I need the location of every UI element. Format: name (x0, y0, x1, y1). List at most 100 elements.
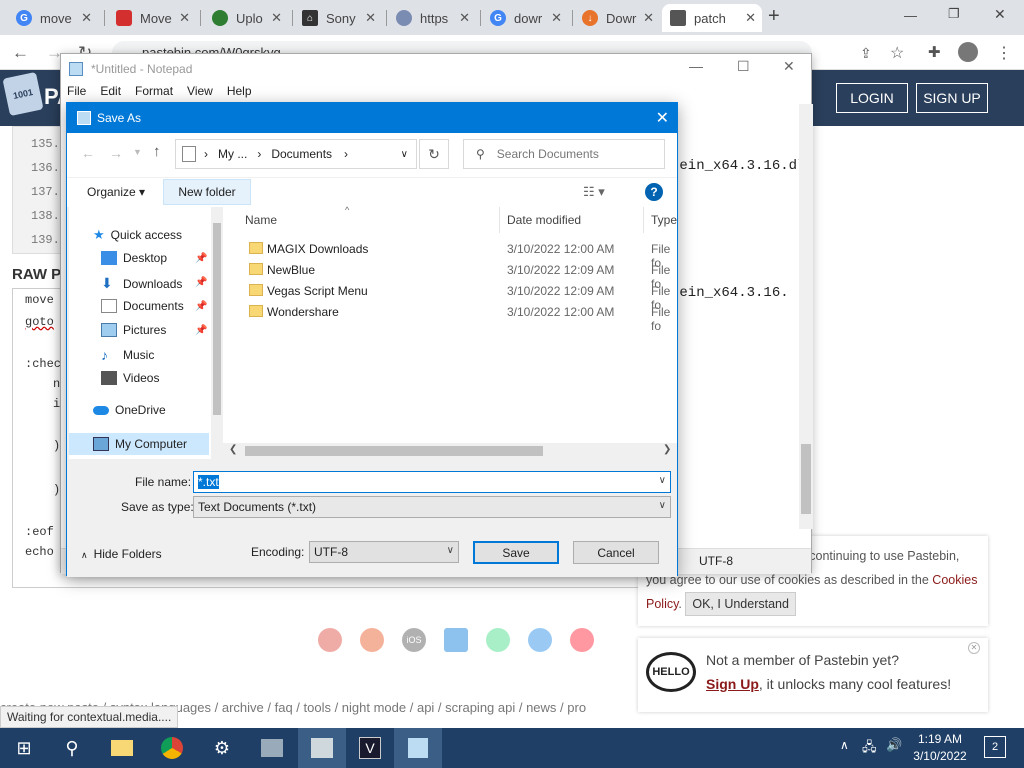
profile-icon[interactable] (958, 42, 978, 62)
list-item[interactable]: Wondershare 3/10/2022 12:00 AM File fo (223, 302, 677, 333)
menu-edit[interactable]: Edit (100, 84, 121, 104)
navigation-scrollbar[interactable] (211, 207, 223, 459)
chevron-down-icon[interactable]: ∨ (401, 149, 408, 160)
nav-downloads[interactable]: ⬇ Downloads (101, 275, 182, 292)
browser-tab-5[interactable]: Gdowr ✕ (482, 4, 568, 32)
chevron-left-icon[interactable]: ❮ (229, 444, 237, 455)
scroll-thumb[interactable] (213, 223, 221, 415)
nav-quick-access[interactable]: ★ Quick access (93, 227, 182, 243)
breadcrumb-my-computer[interactable]: My ... (218, 147, 247, 161)
close-icon[interactable]: ✕ (179, 10, 190, 26)
nav-my-computer[interactable]: My Computer (69, 433, 209, 455)
browser-tab-7-active[interactable]: patch ✕ (662, 4, 762, 32)
search-input[interactable]: ⚲ Search Documents (463, 139, 665, 169)
breadcrumb[interactable]: › My ... › Documents › ∨ (175, 139, 417, 169)
browser-tab-3[interactable]: ⌂ Sony ✕ (294, 4, 382, 32)
scroll-thumb[interactable] (801, 444, 811, 514)
browser-tab-1[interactable]: Move ✕ (108, 4, 196, 32)
recent-locations-icon[interactable]: ▼ (133, 147, 142, 157)
forward-icon[interactable]: → (109, 145, 123, 161)
member-signup-link[interactable]: Sign Up (706, 676, 759, 692)
android-icon[interactable] (486, 628, 510, 652)
close-icon[interactable]: ✕ (643, 10, 654, 26)
menu-view[interactable]: View (187, 84, 213, 104)
new-folder-button[interactable]: New folder (163, 179, 251, 205)
chevron-down-icon[interactable]: ∨ (659, 500, 666, 511)
settings-button[interactable]: ⚙ (198, 728, 246, 768)
restore-icon[interactable]: ❐ (948, 6, 960, 22)
refresh-button[interactable]: ↻ (419, 139, 449, 169)
list-item[interactable]: NewBlue 3/10/2022 12:09 AM File fo (223, 260, 677, 291)
chevron-up-icon[interactable]: ∧ (840, 738, 849, 752)
list-item[interactable]: MAGIX Downloads 3/10/2022 12:00 AM File … (223, 239, 677, 270)
opera-icon[interactable] (570, 628, 594, 652)
browser-tab-6[interactable]: ↓ Dowr ✕ (574, 4, 660, 32)
menu-format[interactable]: Format (135, 84, 173, 104)
encoding-select[interactable]: UTF-8 ∨ (309, 541, 459, 563)
nav-pictures[interactable]: Pictures (101, 323, 166, 337)
save-type-select[interactable]: Text Documents (*.txt) ∨ (193, 496, 671, 518)
list-item[interactable]: Vegas Script Menu 3/10/2022 12:09 AM Fil… (223, 281, 677, 312)
back-icon[interactable]: ← (12, 43, 29, 63)
login-button[interactable]: LOGIN (836, 83, 908, 113)
chevron-right-icon[interactable]: ❯ (663, 444, 671, 455)
close-icon[interactable]: ✕ (968, 642, 980, 654)
chrome-button[interactable] (148, 728, 196, 768)
close-icon[interactable]: ✕ (656, 108, 669, 128)
cookie-ok-button[interactable]: OK, I Understand (685, 592, 796, 616)
close-icon[interactable]: ✕ (459, 10, 470, 26)
star-icon[interactable]: ☆ (890, 43, 904, 63)
ios-icon[interactable]: iOS (402, 628, 426, 652)
start-button[interactable]: ⊞ (0, 728, 48, 768)
breadcrumb-documents[interactable]: Documents (271, 147, 332, 161)
search-button[interactable]: ⚲ (48, 728, 96, 768)
up-icon[interactable]: ↑ (153, 143, 161, 160)
column-type[interactable]: Type (651, 213, 677, 227)
extensions-icon[interactable]: ✚ (928, 43, 941, 61)
browser-tab-4[interactable]: https ✕ (388, 4, 476, 32)
browser-tab-0[interactable]: Gmove ✕ (8, 4, 98, 32)
column-date-modified[interactable]: Date modified (507, 213, 581, 227)
vegas-button[interactable]: V (346, 728, 394, 768)
app-button[interactable] (298, 728, 346, 768)
clock[interactable]: 1:19 AM 3/10/2022 (908, 731, 972, 765)
close-window-icon[interactable]: ✕ (994, 6, 1006, 23)
horizontal-scrollbar[interactable]: ❮ ❯ (223, 443, 677, 459)
save-button[interactable]: Save (473, 541, 559, 564)
share-icon[interactable]: ⇪ (860, 45, 872, 62)
file-explorer-button[interactable] (98, 728, 146, 768)
nav-onedrive[interactable]: OneDrive (93, 403, 166, 417)
notepad-button[interactable] (394, 728, 442, 768)
new-tab-button[interactable]: + (768, 5, 780, 28)
chevron-down-icon[interactable]: ∨ (659, 475, 666, 486)
menu-icon[interactable]: ⋮ (996, 43, 1012, 63)
nav-music[interactable]: ♪ Music (101, 347, 154, 363)
close-icon[interactable]: ✕ (271, 10, 282, 26)
app-button[interactable] (248, 728, 296, 768)
scroll-thumb[interactable] (245, 446, 543, 456)
notifications-button[interactable]: 2 (984, 736, 1006, 758)
nav-documents[interactable]: Documents (101, 299, 184, 313)
close-icon[interactable]: ✕ (365, 10, 376, 26)
minimize-icon[interactable]: — (689, 58, 703, 74)
hide-folders-button[interactable]: ∧ Hide Folders (81, 547, 162, 561)
organize-button[interactable]: Organize ▾ (87, 185, 145, 199)
column-name[interactable]: Name (245, 213, 277, 227)
close-icon[interactable]: ✕ (551, 10, 562, 26)
back-icon[interactable]: ← (81, 145, 95, 161)
nav-desktop[interactable]: Desktop (101, 251, 167, 265)
nav-videos[interactable]: Videos (101, 371, 159, 385)
signup-button[interactable]: SIGN UP (916, 83, 988, 113)
cancel-button[interactable]: Cancel (573, 541, 659, 564)
menu-help[interactable]: Help (227, 84, 252, 104)
network-icon[interactable]: 🖧 (862, 738, 877, 760)
help-icon[interactable]: ? (645, 183, 663, 201)
menu-file[interactable]: File (67, 84, 86, 104)
browser-tab-2[interactable]: Uplo ✕ (204, 4, 288, 32)
windows-icon[interactable] (444, 628, 468, 652)
close-icon[interactable]: ✕ (783, 58, 795, 75)
close-icon[interactable]: ✕ (81, 10, 92, 26)
ubuntu-icon[interactable] (360, 628, 384, 652)
file-name-field[interactable]: *.txt ∨ (193, 471, 671, 493)
chevron-down-icon[interactable]: ∨ (447, 545, 454, 556)
